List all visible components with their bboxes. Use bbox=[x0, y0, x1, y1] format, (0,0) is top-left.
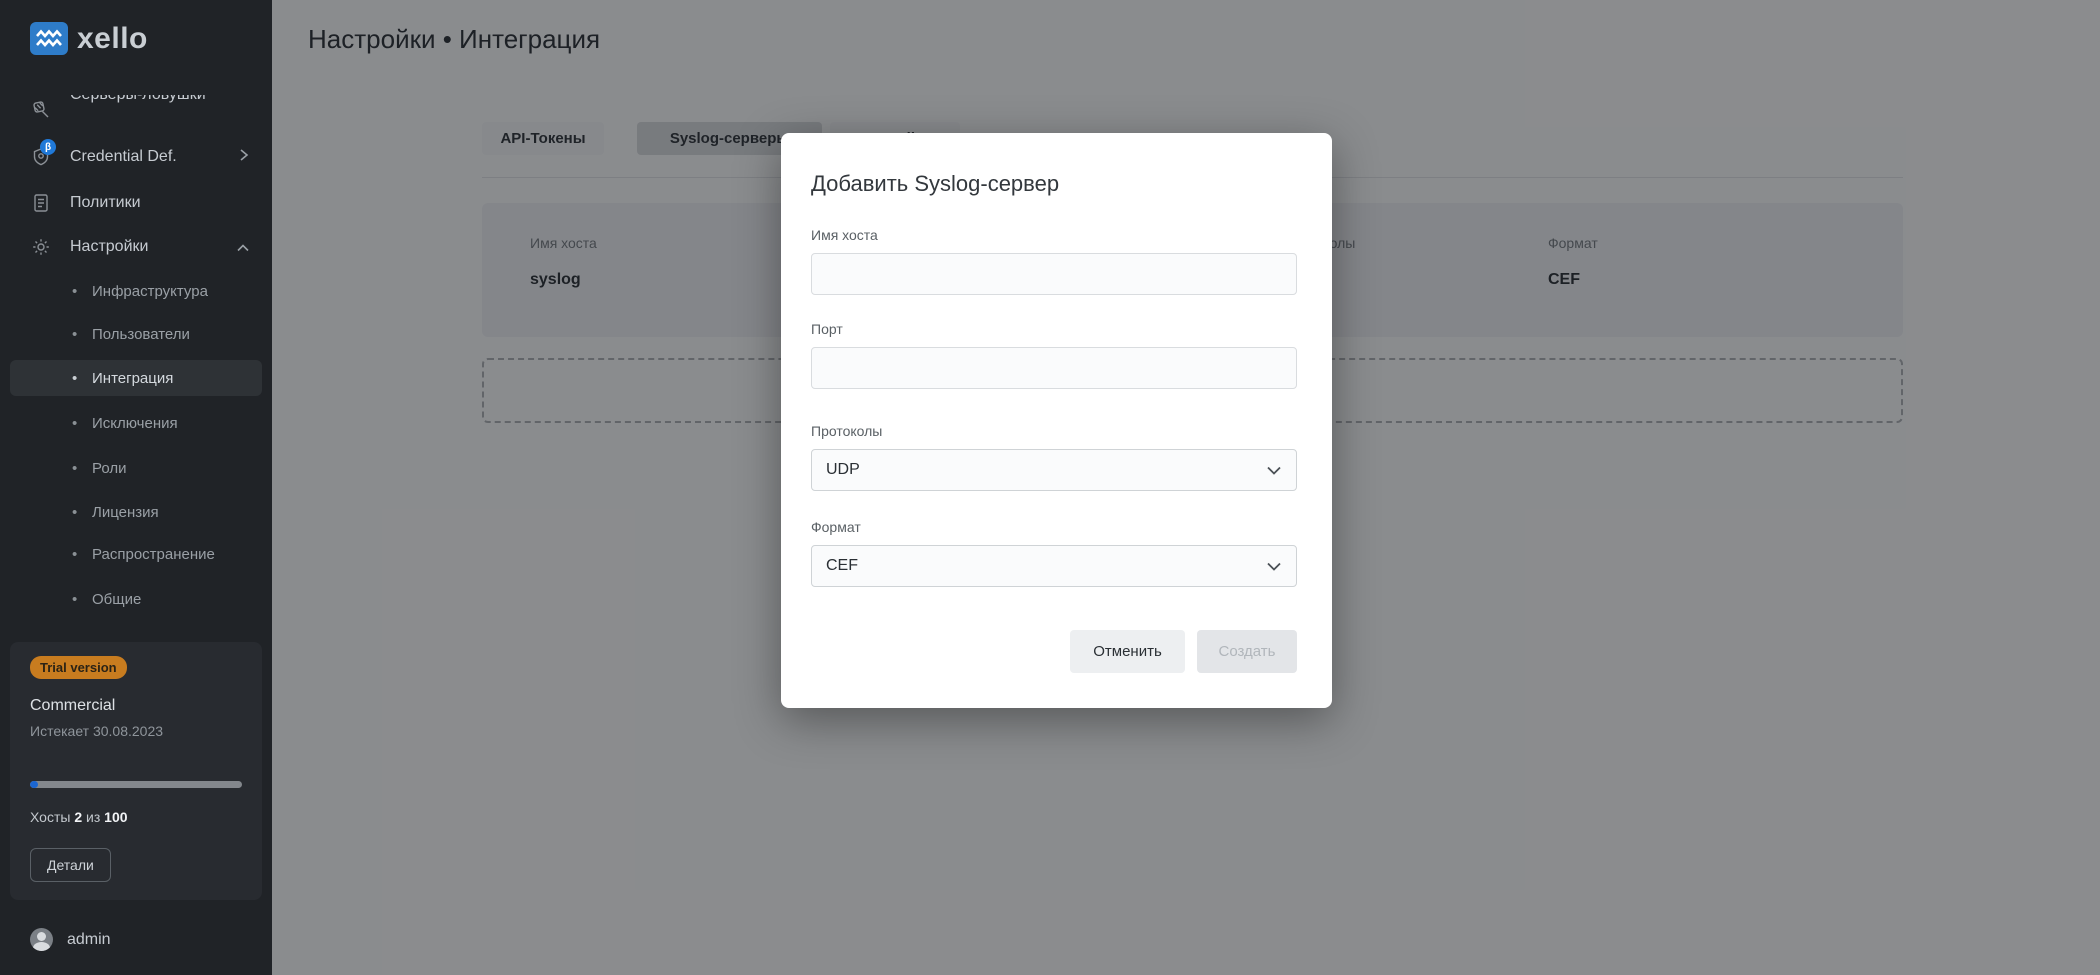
license-plan: Commercial bbox=[30, 697, 115, 715]
sidebar-item-credential-def[interactable]: β Credential Def. bbox=[0, 139, 272, 175]
modal-title: Добавить Syslog-сервер bbox=[811, 171, 1059, 197]
policies-icon bbox=[30, 192, 52, 214]
sidebar-item-settings[interactable]: Настройки bbox=[0, 229, 272, 265]
app-window: Серверы-ловушки β Credential Def. Полити… bbox=[0, 0, 2100, 975]
sidebar-subitem-roles[interactable]: • Роли bbox=[0, 450, 272, 486]
user-avatar-icon bbox=[30, 928, 53, 951]
subitem-label: Роли bbox=[92, 460, 127, 477]
chevron-down-icon bbox=[1266, 559, 1282, 577]
format-select[interactable]: CEF bbox=[811, 545, 1297, 587]
sidebar-subitem-license[interactable]: • Лицензия bbox=[0, 494, 272, 530]
xello-logo-icon bbox=[30, 22, 68, 55]
cancel-button[interactable]: Отменить bbox=[1070, 630, 1185, 673]
user-name: admin bbox=[67, 931, 111, 949]
current-user[interactable]: admin bbox=[30, 928, 111, 951]
format-label: Формат bbox=[811, 519, 861, 535]
sidebar-item-label: Настройки bbox=[70, 236, 148, 258]
license-expiry: Истекает 30.08.2023 bbox=[30, 723, 163, 739]
license-progress-fill bbox=[30, 781, 38, 788]
subitem-label: Исключения bbox=[92, 415, 178, 432]
app-logo: xello bbox=[30, 22, 148, 55]
details-button[interactable]: Детали bbox=[30, 848, 111, 882]
sidebar-item-label: Credential Def. bbox=[70, 146, 177, 168]
sidebar-subitem-users[interactable]: • Пользователи bbox=[0, 316, 272, 352]
sidebar-subitem-integration[interactable]: • Интеграция bbox=[10, 360, 262, 396]
brand-name: xello bbox=[77, 24, 148, 54]
credential-def-icon: β bbox=[30, 146, 52, 168]
hosts-progress-bar bbox=[30, 781, 242, 788]
sidebar-subitem-general[interactable]: • Общие bbox=[0, 581, 272, 617]
hosts-counter: Хосты 2 из 100 bbox=[30, 809, 128, 825]
trap-servers-icon bbox=[30, 98, 52, 120]
sidebar-subitem-exclusions[interactable]: • Исключения bbox=[0, 405, 272, 441]
license-panel: Trial version Commercial Истекает 30.08.… bbox=[10, 642, 262, 900]
sidebar: Серверы-ловушки β Credential Def. Полити… bbox=[0, 0, 272, 975]
trial-badge: Trial version bbox=[30, 656, 127, 679]
chevron-up-icon bbox=[236, 240, 250, 258]
gear-icon bbox=[30, 236, 52, 258]
hostname-label: Имя хоста bbox=[811, 227, 878, 243]
chevron-down-icon bbox=[1266, 463, 1282, 481]
port-label: Порт bbox=[811, 321, 843, 337]
subitem-label: Инфраструктура bbox=[92, 283, 208, 300]
subitem-label: Распространение bbox=[92, 546, 215, 563]
hostname-input[interactable] bbox=[811, 253, 1297, 295]
port-input[interactable] bbox=[811, 347, 1297, 389]
protocols-label: Протоколы bbox=[811, 423, 882, 439]
subitem-label: Пользователи bbox=[92, 326, 190, 343]
create-button[interactable]: Создать bbox=[1197, 630, 1297, 673]
add-syslog-modal: Добавить Syslog-сервер Имя хоста Порт Пр… bbox=[781, 133, 1332, 708]
subitem-label: Интеграция bbox=[92, 370, 173, 387]
subitem-label: Лицензия bbox=[92, 504, 159, 521]
chevron-right-icon bbox=[238, 148, 250, 167]
sidebar-item-policies[interactable]: Политики bbox=[0, 185, 272, 221]
subitem-label: Общие bbox=[92, 591, 141, 608]
sidebar-header: xello bbox=[0, 0, 272, 95]
beta-badge: β bbox=[40, 139, 56, 155]
sidebar-subitem-distribution[interactable]: • Распространение bbox=[0, 536, 272, 572]
sidebar-subitem-infrastructure[interactable]: • Инфраструктура bbox=[0, 273, 272, 309]
protocols-select[interactable]: UDP bbox=[811, 449, 1297, 491]
sidebar-item-label: Политики bbox=[70, 192, 141, 214]
